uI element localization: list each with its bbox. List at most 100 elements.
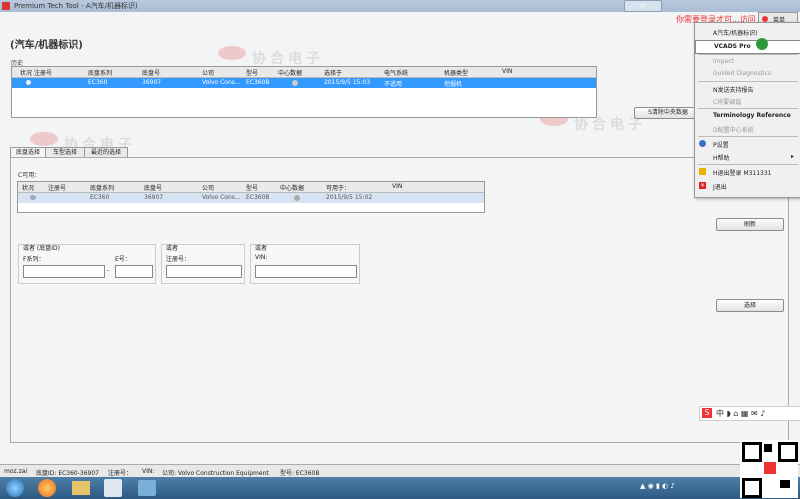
exit-icon: ×: [699, 182, 706, 189]
column-header[interactable]: 底盘号: [144, 183, 162, 192]
menu-item-help[interactable]: H帮助 ▸: [695, 151, 800, 163]
central-data-icon: [292, 80, 298, 86]
group-label: 或者 (底盘ID): [23, 245, 60, 252]
status-registration: 注册号：: [108, 470, 133, 477]
ime-logo-icon: S: [702, 408, 712, 418]
ime-toolbar[interactable]: S 中 ◗ ⌂ ▦ ✉ ♪: [699, 406, 800, 421]
status-model: 型号: EC360B: [280, 470, 320, 477]
status-company: 公司: Volvo Construction Equipment: [162, 470, 269, 477]
cell-chassis-series: EC360: [88, 79, 108, 86]
menu-item-tuning[interactable]: C将要调谐: [695, 95, 800, 107]
submenu-arrow-icon: ▸: [791, 153, 795, 160]
page-title: (汽车/机器标识): [10, 40, 83, 51]
tray-icons[interactable]: ▲ ◉ ▮ ◐ ♪: [640, 482, 730, 494]
available-table: 状况 注册号 底盘系列 底盘号 公司 型号 中心数据 可用于： VIN EC36…: [17, 181, 485, 213]
group-label: 或者: [166, 245, 179, 252]
vin-group: 或者 VIN:: [250, 244, 360, 284]
registration-input[interactable]: [166, 265, 242, 278]
cell-machine-type: 挖掘机: [444, 81, 463, 88]
column-header[interactable]: 底盘号: [142, 68, 160, 77]
watermark-logo: [218, 46, 246, 60]
menu-item-impact[interactable]: Impact: [695, 56, 800, 68]
chassis-id-group: 或者 (底盘ID) F系列： E号： -: [18, 244, 156, 284]
series-label: F系列：: [23, 256, 45, 263]
browser-icon[interactable]: [38, 479, 56, 497]
history-table: 状况 注册号 底盘系列 底盘号 公司 型号 中心数据 选择于 电气系统 机器类型…: [11, 66, 597, 118]
column-header[interactable]: 公司: [202, 68, 214, 77]
ime-mode-icon[interactable]: 中 ◗ ⌂ ▦ ✉ ♪: [716, 408, 765, 419]
column-header[interactable]: 注册号: [34, 68, 52, 77]
context-menu: A汽车/机器标识) VCADS Pro Impact Guided Diagno…: [694, 22, 800, 198]
table-header: 状况 注册号 底盘系列 底盘号 公司 型号 中心数据 选择于 电气系统 机器类型…: [12, 67, 596, 78]
cell-chassis-number: 36907: [144, 194, 164, 201]
group-label: 或者: [255, 245, 268, 252]
logout-icon: [699, 168, 706, 175]
vin-label: VIN:: [255, 254, 268, 261]
menu-separator: [698, 54, 798, 55]
menu-item-vehicle-id[interactable]: A汽车/机器标识): [695, 26, 800, 38]
app-icon: [2, 2, 10, 10]
column-header[interactable]: 电气系统: [384, 68, 408, 77]
start-button-icon[interactable]: [6, 479, 24, 497]
table-row[interactable]: EC360 36907 Volvo Cons... EC360B 2015/9/…: [18, 193, 484, 203]
column-header[interactable]: 选择于: [324, 68, 342, 77]
taskbar: ▲ ◉ ▮ ◐ ♪: [0, 477, 800, 499]
registration-group: 或者 注册号：: [161, 244, 245, 284]
menu-separator: [698, 81, 798, 82]
select-button[interactable]: 选择: [716, 299, 784, 312]
refresh-button[interactable]: 刷新: [716, 218, 784, 231]
menu-item-settings[interactable]: P设置: [695, 138, 800, 150]
cursor-highlight-icon: [756, 38, 768, 50]
column-header[interactable]: 中心数据: [280, 183, 304, 192]
column-header[interactable]: 注册号: [48, 183, 66, 192]
clear-central-data-button[interactable]: S清除中央数据: [634, 107, 702, 119]
menu-item-config-center[interactable]: D配置中心系统: [695, 123, 800, 135]
column-header[interactable]: 机器类型: [444, 68, 468, 77]
menu-item-send-report[interactable]: N发送支持报告: [695, 83, 800, 95]
menu-item-guided-diagnostics[interactable]: Guided Diagnostics: [695, 68, 800, 80]
cell-chassis-number: 36907: [142, 79, 162, 86]
chassis-number-input[interactable]: [115, 265, 153, 278]
status-vin: VIN:: [142, 468, 155, 475]
available-label: C可用：: [18, 172, 41, 179]
column-header[interactable]: 底盘系列: [90, 183, 114, 192]
registration-label: 注册号：: [166, 256, 191, 263]
column-header[interactable]: 底盘系列: [88, 68, 112, 77]
menu-separator: [698, 136, 798, 137]
column-header[interactable]: 型号: [246, 183, 258, 192]
menu-separator: [698, 108, 798, 109]
column-header[interactable]: VIN: [502, 68, 512, 75]
central-data-icon: [294, 195, 300, 201]
restore-button[interactable]: ▭: [624, 0, 662, 12]
status-icon: [26, 80, 31, 85]
menu-item-terminology[interactable]: Terminology Reference: [695, 110, 800, 122]
column-header[interactable]: 状况: [22, 183, 34, 192]
status-chassis-id: 底盘ID: EC360-36907: [36, 470, 100, 477]
cell-company: Volvo Cons...: [202, 79, 241, 86]
chassis-series-input[interactable]: [23, 265, 105, 278]
table-header: 状况 注册号 底盘系列 底盘号 公司 型号 中心数据 可用于： VIN: [18, 182, 484, 193]
cell-chassis-series: EC360: [90, 194, 110, 201]
folder-icon[interactable]: [72, 481, 90, 495]
cell-date: 2015/9/5 15:02: [326, 194, 373, 201]
column-header[interactable]: 可用于：: [326, 183, 350, 192]
watermark: 协合电子: [252, 51, 324, 67]
app-window-icon[interactable]: [138, 480, 156, 496]
menu-item-logout[interactable]: H退出登录 M311331: [695, 166, 800, 178]
column-header[interactable]: VIN: [392, 183, 402, 190]
column-header[interactable]: 型号: [246, 68, 258, 77]
cell-company: Volvo Cons...: [202, 194, 241, 201]
column-header[interactable]: 状况: [20, 68, 32, 77]
status-icon: [30, 195, 36, 200]
table-row[interactable]: EC360 36907 Volvo Cons... EC360B 2015/9/…: [12, 78, 596, 88]
qr-code: [740, 440, 798, 498]
column-header[interactable]: 中心数据: [278, 68, 302, 77]
menu-item-vcads-pro[interactable]: VCADS Pro: [695, 38, 800, 54]
menu-item-exit[interactable]: × J退出: [695, 180, 800, 192]
cell-model: EC360B: [246, 194, 270, 201]
vin-input[interactable]: [255, 265, 357, 278]
tech-tool-icon[interactable]: [104, 479, 122, 497]
column-header[interactable]: 公司: [202, 183, 214, 192]
restore-icon: ▭: [639, 1, 646, 9]
dash-separator: -: [107, 267, 110, 274]
